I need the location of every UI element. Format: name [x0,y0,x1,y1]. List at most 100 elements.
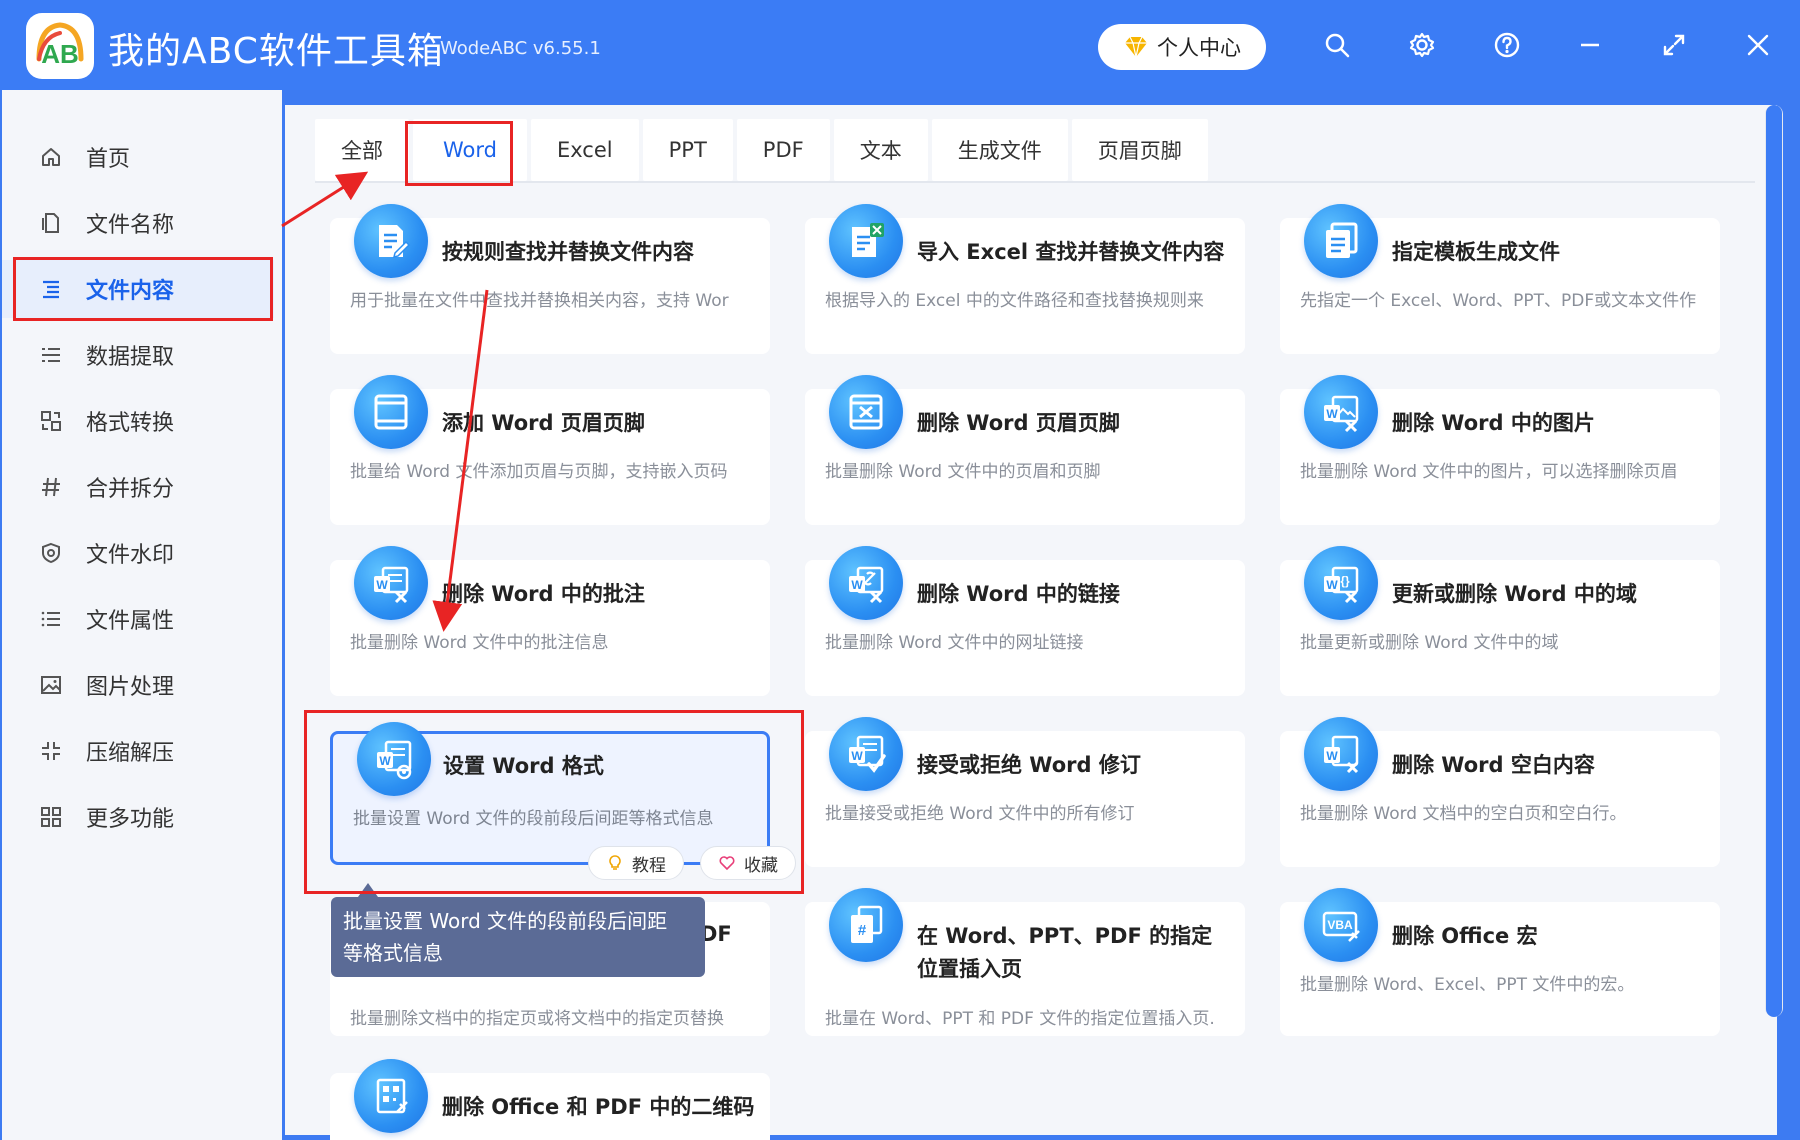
insert-page-icon: # [829,888,903,962]
close-icon[interactable] [1741,28,1775,62]
delete-header-footer-icon [829,375,903,449]
tab-header-footer[interactable]: 页眉页脚 [1071,119,1208,181]
svg-text:AB: AB [41,39,79,69]
maximize-icon[interactable] [1657,28,1691,62]
tool-description: 用于批量在文件中查找并替换相关内容，支持 Wor [350,291,729,311]
tool-description: 批量在 Word、PPT 和 PDF 文件的指定位置插入页. [825,1009,1215,1029]
svg-text:VBA: VBA [1327,918,1353,932]
template-icon [1304,204,1378,278]
sidebar-item-watermark[interactable]: 文件水印 [2,524,274,582]
gear-icon[interactable] [1405,28,1439,62]
user-center-label: 个人中心 [1157,36,1241,60]
file-content-icon [38,276,64,302]
tab-all[interactable]: 全部 [315,119,409,181]
tool-card[interactable]: W 接受或拒绝 Word 修订 批量接受或拒绝 Word 文件中的所有修订 [805,717,1245,867]
tool-card[interactable]: {} W 更新或删除 Word 中的域 批量更新或删除 Word 文件中的域 [1280,546,1720,696]
tool-card[interactable]: W 删除 Word 中的链接 批量删除 Word 文件中的网址链接 [805,546,1245,696]
tool-title: 删除 Office 宏 [1392,924,1538,948]
tool-card[interactable]: W 删除 Word 空白内容 批量删除 Word 文档中的空白页和空白行。 [1280,717,1720,867]
sidebar-item-image[interactable]: 图片处理 [2,656,274,714]
tool-description: 批量删除 Word 文件中的批注信息 [350,633,609,653]
svg-text:#: # [858,922,867,939]
tool-title: 设置 Word 格式 [443,754,604,778]
word-blank-delete-icon: W [1304,717,1378,791]
abc-logo-icon: AB [36,22,84,69]
favorite-label: 收藏 [744,855,778,876]
tool-title: 更新或删除 Word 中的域 [1392,582,1637,606]
app-title: 我的ABC软件工具箱 [108,31,444,72]
tool-card[interactable]: 按规则查找并替换文件内容 用于批量在文件中查找并替换相关内容，支持 Wor [330,204,770,354]
tool-title: 按规则查找并替换文件内容 [442,240,694,264]
tab-text[interactable]: 文本 [833,119,928,181]
tool-card[interactable]: W 删除 Word 中的图片 批量删除 Word 文件中的图片，可以选择删除页眉 [1280,375,1720,525]
sidebar-item-home[interactable]: 首页 [2,128,274,186]
header-footer-icon [354,375,428,449]
sidebar-item-more[interactable]: 更多功能 [2,788,274,846]
sidebar-item-label: 更多功能 [86,807,175,832]
minimize-icon[interactable] [1573,28,1607,62]
sidebar-item-file-properties[interactable]: 文件属性 [2,590,274,648]
tooltip-arrow [358,883,378,897]
svg-text:W: W [379,754,391,768]
svg-text:W: W [851,578,863,592]
tool-description: 批量删除 Word 文档中的空白页和空白行。 [1300,804,1627,824]
tool-description: 先指定一个 Excel、Word、PPT、PDF或文本文件作 [1300,291,1697,311]
sidebar-item-label: 文件水印 [86,543,175,568]
tab-pdf[interactable]: PDF [736,119,830,181]
tab-divider [315,181,1755,183]
sidebar-item-file-content[interactable]: 文件内容 [2,260,274,318]
help-icon[interactable] [1490,28,1524,62]
app-version: WodeABC v6.55.1 [440,38,601,59]
tool-card[interactable]: # 在 Word、PPT、PDF 的指定位置插入页 批量在 Word、PPT 和… [805,888,1245,1036]
tool-card-set-word-format[interactable]: W 设置 Word 格式 批量设置 Word 文件的段前段后间距等格式信息 [330,722,770,865]
tool-title: 导入 Excel 查找并替换文件内容 [917,240,1225,264]
tool-description: 批量删除 Word、Excel、PPT 文件中的宏。 [1300,975,1635,995]
word-comment-delete-icon: W [354,546,428,620]
tool-card[interactable]: 导入 Excel 查找并替换文件内容 根据导入的 Excel 中的文件路径和查找… [805,204,1245,354]
tool-card[interactable]: 指定模板生成文件 先指定一个 Excel、Word、PPT、PDF或文本文件作 [1280,204,1720,354]
vertical-scrollbar[interactable] [1765,105,1783,1017]
lightbulb-icon [609,855,621,870]
tool-title: 删除 Word 中的链接 [917,582,1120,606]
tool-card[interactable]: VBA 删除 Office 宏 批量删除 Word、Excel、PPT 文件中的… [1280,888,1720,1036]
tool-description: 批量删除文档中的指定页或将文档中的指定页替换 [350,1009,724,1029]
tool-card[interactable]: 添加 Word 页眉页脚 批量给 Word 文件添加页眉与页脚，支持嵌入页码 [330,375,770,525]
tab-excel[interactable]: Excel [530,119,639,181]
sidebar-item-compress[interactable]: 压缩解压 [2,722,274,780]
sidebar-item-label: 数据提取 [86,345,175,370]
tooltip: 批量设置 Word 文件的段前段后间距 等格式信息 [331,897,705,977]
sidebar-item-label: 文件内容 [86,279,175,304]
tool-card[interactable]: 删除 Office 和 PDF 中的二维码 [330,1059,770,1140]
word-revision-icon: W [829,717,903,791]
sidebar-item-label: 首页 [86,147,131,172]
tool-description: 批量删除 Word 文件中的页眉和页脚 [825,462,1101,482]
compress-icon [38,738,64,764]
sidebar-item-merge-split[interactable]: 合并拆分 [2,458,274,516]
excel-document-icon [829,204,903,278]
sidebar-item-data-extract[interactable]: 数据提取 [2,326,274,384]
sidebar: 首页 文件名称 文件内容 数据提取 格式转换 合并拆分 文件水印 文件属性 图片… [2,90,282,1140]
search-icon[interactable] [1320,28,1354,62]
tool-title: 删除 Word 空白内容 [1392,753,1595,777]
scrollbar-thumb[interactable] [1766,105,1782,1017]
svg-text:W: W [1326,407,1338,421]
tutorial-button[interactable]: 教程 [588,846,684,880]
category-tabs: 全部 Word Excel PPT PDF 文本 生成文件 页眉页脚 [315,119,1208,181]
tool-card[interactable]: 删除 Word 页眉页脚 批量删除 Word 文件中的页眉和页脚 [805,375,1245,525]
qr-code-icon [354,1059,428,1133]
tool-card[interactable]: W 删除 Word 中的批注 批量删除 Word 文件中的批注信息 [330,546,770,696]
user-center-button[interactable]: 个人中心 [1098,24,1266,70]
sidebar-item-file-name[interactable]: 文件名称 [2,194,274,252]
tool-title: 删除 Word 中的批注 [442,582,645,606]
svg-text:W: W [1326,578,1338,592]
tab-ppt[interactable]: PPT [642,119,733,181]
favorite-button[interactable]: 收藏 [700,846,796,880]
tool-description: 批量更新或删除 Word 文件中的域 [1300,633,1559,653]
tab-generate-file[interactable]: 生成文件 [931,119,1068,181]
format-convert-icon [38,408,64,434]
data-extract-icon [38,342,64,368]
tool-description: 批量设置 Word 文件的段前段后间距等格式信息 [353,809,714,829]
tab-word[interactable]: Word [413,119,527,181]
hash-icon [38,474,64,500]
sidebar-item-format-convert[interactable]: 格式转换 [2,392,274,450]
